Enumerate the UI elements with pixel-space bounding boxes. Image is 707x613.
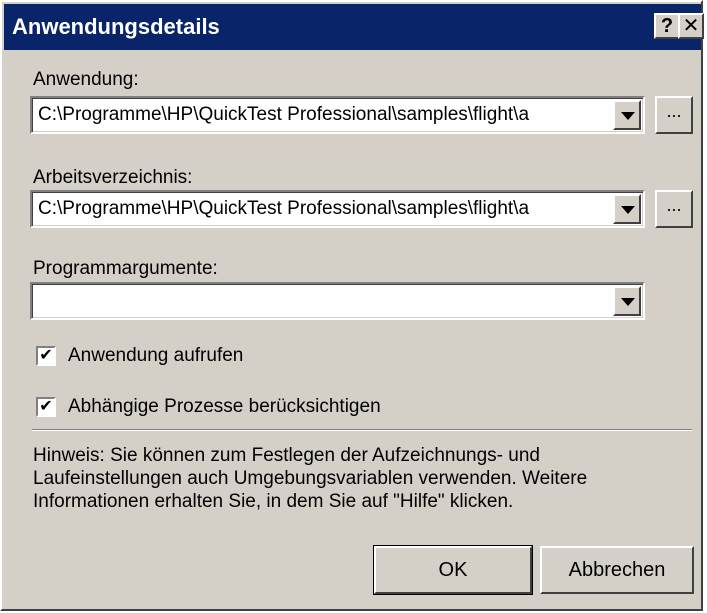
working-dir-browse-button[interactable]: ...: [655, 190, 693, 228]
working-dir-value[interactable]: C:\Programme\HP\QuickTest Professional\s…: [38, 196, 609, 222]
chevron-down-icon[interactable]: [613, 194, 641, 224]
ok-button[interactable]: OK: [373, 545, 533, 595]
dependent-processes-checkbox[interactable]: ✔: [36, 397, 56, 417]
working-dir-combo[interactable]: C:\Programme\HP\QuickTest Professional\s…: [30, 190, 645, 228]
launch-app-checkbox[interactable]: ✔: [36, 346, 56, 366]
launch-app-label[interactable]: Anwendung aufrufen: [68, 344, 243, 368]
separator: [32, 429, 692, 431]
cancel-button[interactable]: Abbrechen: [540, 546, 694, 594]
chevron-down-icon[interactable]: [613, 286, 641, 316]
title-bar[interactable]: Anwendungsdetails ? ✕: [4, 4, 704, 50]
help-icon[interactable]: ?: [654, 13, 680, 39]
hint-text: Hinweis: Sie können zum Festlegen der Au…: [33, 445, 588, 512]
application-label: Anwendung:: [33, 69, 139, 90]
dependent-processes-label[interactable]: Abhängige Prozesse berücksichtigen: [68, 395, 381, 419]
application-combo[interactable]: C:\Programme\HP\QuickTest Professional\s…: [30, 96, 645, 134]
application-browse-button[interactable]: ...: [655, 96, 693, 134]
arguments-combo[interactable]: [30, 282, 645, 320]
chevron-down-icon[interactable]: [613, 100, 641, 130]
window-title: Anwendungsdetails: [12, 14, 220, 39]
close-icon[interactable]: ✕: [678, 13, 704, 39]
working-dir-label: Arbeitsverzeichnis:: [33, 167, 193, 188]
application-value[interactable]: C:\Programme\HP\QuickTest Professional\s…: [38, 102, 609, 128]
arguments-label: Programmargumente:: [33, 258, 218, 279]
